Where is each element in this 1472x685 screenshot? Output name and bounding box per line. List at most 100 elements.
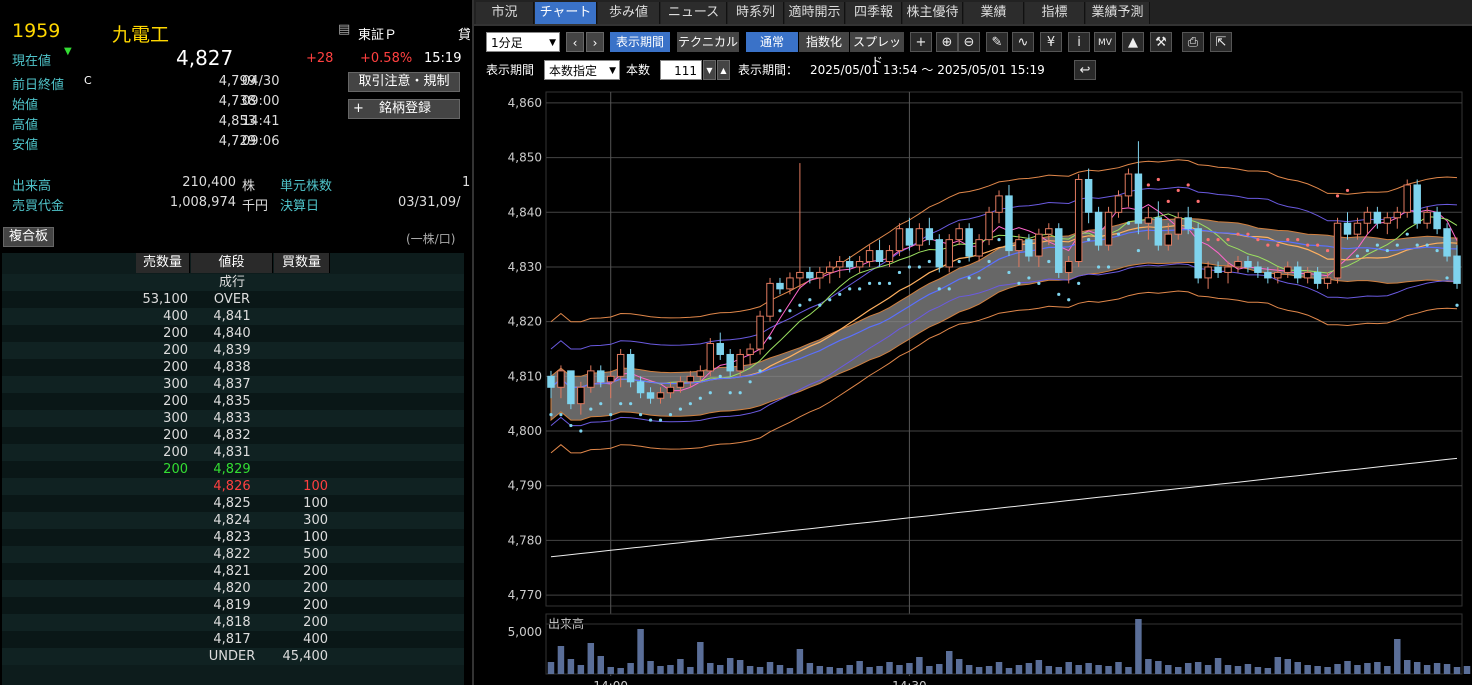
tab-10[interactable]: 業績予測 bbox=[1086, 2, 1150, 24]
tab-4[interactable]: 時系列 bbox=[728, 2, 784, 24]
volume-profile-icon[interactable]: MV bbox=[1094, 32, 1116, 52]
index-button[interactable]: 指数化 bbox=[799, 32, 849, 52]
info-icon[interactable]: i bbox=[1068, 32, 1090, 52]
volume-bar bbox=[1194, 662, 1202, 674]
board-row[interactable]: 成行 bbox=[2, 274, 464, 291]
tab-7[interactable]: 株主優待 bbox=[903, 2, 963, 24]
volume-bar bbox=[1224, 665, 1232, 674]
board-row[interactable]: 53,100 OVER bbox=[2, 291, 464, 308]
board-buy: 400 bbox=[303, 632, 328, 647]
sar-dot bbox=[1226, 238, 1230, 242]
crosshair-icon[interactable]: + bbox=[910, 32, 932, 52]
count-down-button[interactable]: ▼ bbox=[703, 60, 716, 80]
volume-bar bbox=[926, 666, 933, 674]
volume-bar bbox=[1284, 659, 1291, 674]
chart-area[interactable]: 4,860 4,850 4,840 4,830 4,820 4,810 4,800 4,790… bbox=[474, 88, 1472, 685]
trade-rules-button[interactable]: 取引注意・規制 bbox=[348, 72, 460, 92]
board-row[interactable]: 4,823 100 bbox=[2, 529, 464, 546]
candle-body bbox=[1274, 271, 1282, 279]
board-buy: 200 bbox=[303, 615, 328, 630]
board-row[interactable]: 4,818 200 bbox=[2, 614, 464, 631]
arrow-down-icon: ▼ bbox=[64, 46, 72, 57]
tab-8[interactable]: 業績 bbox=[964, 2, 1024, 24]
tab-5[interactable]: 適時開示 bbox=[785, 2, 845, 24]
board-row[interactable]: 4,824 300 bbox=[2, 512, 464, 529]
technical-button[interactable]: テクニカル bbox=[677, 32, 739, 52]
sar-dot bbox=[808, 298, 812, 302]
board-sell: 200 bbox=[163, 343, 188, 358]
sar-dot bbox=[907, 265, 912, 269]
yen-icon[interactable]: ¥ bbox=[1040, 32, 1062, 52]
board-row[interactable]: 4,821 200 bbox=[2, 563, 464, 580]
register-stock-button[interactable]: + 銘柄登録 bbox=[348, 99, 460, 119]
tab-2[interactable]: 歩み値 bbox=[598, 2, 660, 24]
interval-select[interactable]: 1分足 ▼ bbox=[486, 32, 560, 52]
board-row[interactable]: 200 4,831 bbox=[2, 444, 464, 461]
candle-body bbox=[1343, 222, 1352, 235]
normal-button[interactable]: 通常 bbox=[746, 32, 798, 52]
board-row[interactable]: 4,820 200 bbox=[2, 580, 464, 597]
board-row[interactable]: 300 4,833 bbox=[2, 410, 464, 427]
board-row[interactable]: 200 4,829 bbox=[2, 461, 464, 478]
sar-dot bbox=[1027, 276, 1031, 280]
board-row[interactable]: 400 4,841 bbox=[2, 308, 464, 325]
wrench-icon[interactable]: ⚒ bbox=[1150, 32, 1172, 52]
tab-0[interactable]: 市況 bbox=[476, 2, 534, 24]
candle-body bbox=[557, 370, 565, 388]
volume-bar bbox=[1095, 665, 1102, 674]
candle-body bbox=[1124, 173, 1133, 197]
price-chart[interactable]: 4,860 4,850 4,840 4,830 4,820 4,810 4,800 4,790… bbox=[474, 88, 1472, 685]
board-row[interactable]: 200 4,840 bbox=[2, 325, 464, 342]
board-price: 4,838 bbox=[213, 360, 251, 375]
board-row[interactable]: 200 4,839 bbox=[2, 342, 464, 359]
count-up-button[interactable]: ▲ bbox=[717, 60, 730, 80]
board-row[interactable]: 200 4,835 bbox=[2, 393, 464, 410]
tab-1[interactable]: チャート bbox=[535, 2, 597, 24]
board-row[interactable]: 200 4,832 bbox=[2, 427, 464, 444]
candle-body bbox=[587, 370, 595, 388]
line-chart-icon[interactable]: ∿ bbox=[1012, 32, 1034, 52]
board-row[interactable]: 4,826 100 bbox=[2, 478, 464, 495]
board-row[interactable]: 4,817 400 bbox=[2, 631, 464, 648]
board-price: 4,837 bbox=[213, 377, 251, 392]
volume-bar bbox=[946, 651, 953, 674]
area-chart-icon[interactable]: ▲ bbox=[1122, 32, 1144, 52]
sar-dot bbox=[1375, 243, 1379, 247]
tab-9[interactable]: 指標 bbox=[1025, 2, 1085, 24]
sar-dot bbox=[698, 396, 702, 400]
document-icon[interactable]: ▤ bbox=[338, 22, 350, 37]
zoom-out-icon[interactable]: ⊖ bbox=[958, 32, 980, 52]
board-row[interactable]: 300 4,837 bbox=[2, 376, 464, 393]
next-button[interactable]: › bbox=[586, 32, 604, 52]
board-row[interactable]: 4,825 100 bbox=[2, 495, 464, 512]
volume-bar bbox=[846, 665, 853, 674]
spread-button[interactable]: スプレッド bbox=[850, 32, 904, 69]
print-icon[interactable]: ⎙ bbox=[1182, 32, 1204, 52]
board-row[interactable]: UNDER 45,400 bbox=[2, 648, 464, 665]
volume-bar bbox=[776, 665, 784, 674]
period-mode-select[interactable]: 本数指定 ▼ bbox=[544, 60, 620, 80]
zoom-in-icon[interactable]: ⊕ bbox=[936, 32, 958, 52]
board-row[interactable]: 4,822 500 bbox=[2, 546, 464, 563]
volume-value: 210,400 bbox=[182, 175, 236, 190]
board-row[interactable]: 4,819 200 bbox=[2, 597, 464, 614]
sar-dot bbox=[867, 281, 872, 285]
sar-dot bbox=[668, 413, 673, 417]
tab-3[interactable]: ニュース bbox=[661, 2, 727, 24]
board-sell: 200 bbox=[163, 428, 188, 443]
reset-icon[interactable]: ↩ bbox=[1074, 60, 1096, 80]
composite-board-button[interactable]: 複合板 bbox=[3, 227, 55, 247]
volume-bar bbox=[726, 658, 734, 674]
tab-6[interactable]: 四季報 bbox=[846, 2, 902, 24]
candle-body bbox=[865, 250, 874, 263]
price-header: 値段 bbox=[191, 253, 273, 273]
display-period-button[interactable]: 表示期間 bbox=[610, 32, 670, 52]
candle-body bbox=[676, 381, 685, 388]
count-input[interactable]: 111 bbox=[660, 60, 702, 80]
board-row[interactable]: 200 4,838 bbox=[2, 359, 464, 376]
popout-icon[interactable]: ⇱ bbox=[1210, 32, 1232, 52]
sar-dot bbox=[1106, 265, 1111, 269]
pencil-icon[interactable]: ✎ bbox=[986, 32, 1008, 52]
board-buy: 200 bbox=[303, 598, 328, 613]
prev-button[interactable]: ‹ bbox=[566, 32, 584, 52]
